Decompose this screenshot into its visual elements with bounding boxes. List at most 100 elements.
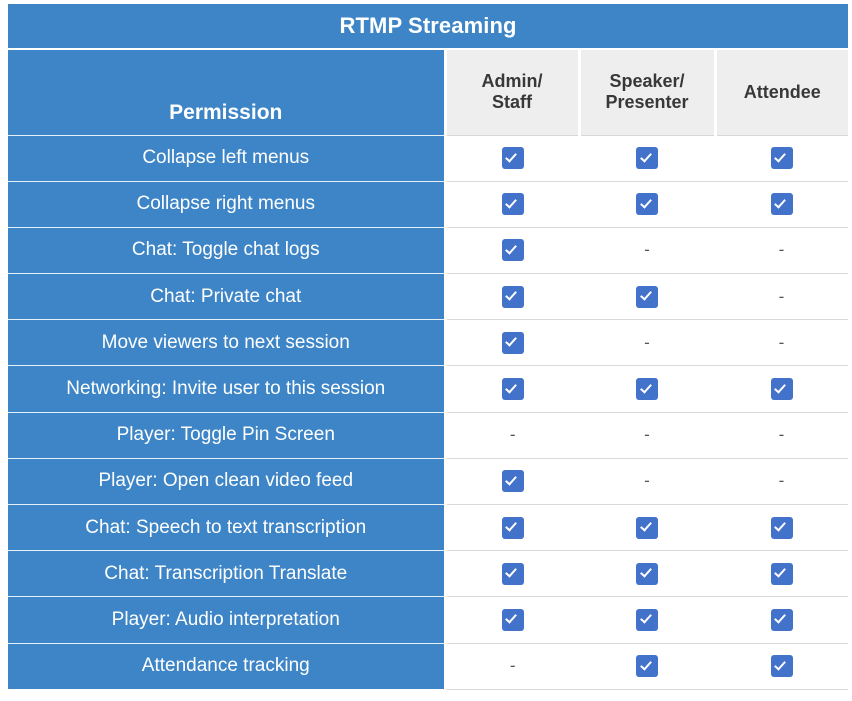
checkmark-icon[interactable] xyxy=(770,193,793,216)
checkmark-icon[interactable] xyxy=(501,285,524,308)
table-row: Move viewers to next session - - xyxy=(8,319,849,366)
permission-cell[interactable] xyxy=(579,273,715,320)
permission-cell[interactable] xyxy=(715,642,849,690)
permission-cell[interactable] xyxy=(443,134,579,182)
table-row: Chat: Private chat - xyxy=(8,273,849,320)
checkmark-icon[interactable] xyxy=(770,608,793,631)
permission-cell[interactable] xyxy=(715,365,849,413)
permission-cell[interactable] xyxy=(579,365,715,413)
permission-cell[interactable] xyxy=(443,550,579,597)
permission-cell[interactable] xyxy=(715,596,849,644)
permission-cell[interactable]: - xyxy=(715,273,849,320)
permission-label: Player: Open clean video feed xyxy=(8,457,445,505)
column-header-attendee: Attendee xyxy=(713,48,849,135)
column-header-admin-staff: Admin/ Staff xyxy=(443,48,579,135)
not-available-dash: - xyxy=(509,656,516,676)
checkmark-icon[interactable] xyxy=(770,655,793,678)
column-header-speaker-presenter: Speaker/ Presenter xyxy=(577,48,715,135)
column-header-speaker-presenter-line-2: Presenter xyxy=(605,92,689,113)
table-header-row: Permission Admin/ Staff Speaker/ Present… xyxy=(8,48,849,135)
checkmark-icon[interactable] xyxy=(770,516,793,539)
permission-label: Attendance tracking xyxy=(8,642,445,690)
checkmark-icon[interactable] xyxy=(501,470,524,493)
permission-cell[interactable]: - xyxy=(579,226,715,274)
permission-cell[interactable] xyxy=(443,365,579,413)
checkmark-icon[interactable] xyxy=(501,608,524,631)
permission-label: Collapse left menus xyxy=(8,134,445,182)
checkmark-icon[interactable] xyxy=(770,562,793,585)
permission-cell[interactable] xyxy=(443,457,579,505)
checkmark-icon[interactable] xyxy=(501,331,524,354)
permission-cell[interactable] xyxy=(443,273,579,320)
column-header-admin-staff-line-2: Staff xyxy=(492,92,532,113)
permission-label: Chat: Toggle chat logs xyxy=(8,226,445,274)
permission-cell[interactable]: - xyxy=(715,226,849,274)
not-available-dash: - xyxy=(778,471,785,491)
checkmark-icon[interactable] xyxy=(501,516,524,539)
not-available-dash: - xyxy=(778,286,785,306)
not-available-dash: - xyxy=(778,425,785,445)
checkmark-icon[interactable] xyxy=(636,655,658,678)
permission-cell[interactable] xyxy=(715,550,849,597)
table-row: Player: Toggle Pin Screen - - - xyxy=(8,411,849,459)
permission-cell[interactable]: - xyxy=(715,411,849,459)
permission-cell[interactable] xyxy=(443,180,579,228)
not-available-dash: - xyxy=(644,332,650,352)
not-available-dash: - xyxy=(644,425,650,445)
permission-cell[interactable]: - xyxy=(443,642,579,690)
permission-cell[interactable] xyxy=(579,180,715,228)
permission-cell[interactable] xyxy=(715,180,849,228)
checkmark-icon[interactable] xyxy=(501,193,524,216)
checkmark-icon[interactable] xyxy=(636,147,658,170)
not-available-dash: - xyxy=(644,471,650,491)
column-header-permission: Permission xyxy=(8,48,445,135)
permission-label: Networking: Invite user to this session xyxy=(8,365,445,413)
permission-cell[interactable]: - xyxy=(715,319,849,366)
permission-cell[interactable]: - xyxy=(579,319,715,366)
permission-label: Collapse right menus xyxy=(8,180,445,228)
permission-cell[interactable]: - xyxy=(443,411,579,459)
checkmark-icon[interactable] xyxy=(636,608,658,631)
table-row: Player: Open clean video feed - - xyxy=(8,457,849,505)
not-available-dash: - xyxy=(778,240,785,260)
table-row: Chat: Transcription Translate xyxy=(8,550,849,597)
checkmark-icon[interactable] xyxy=(636,285,658,308)
checkmark-icon[interactable] xyxy=(501,147,524,170)
checkmark-icon[interactable] xyxy=(501,239,524,262)
checkmark-icon[interactable] xyxy=(501,562,524,585)
column-header-admin-staff-line-1: Admin/ xyxy=(481,71,543,92)
permission-cell[interactable] xyxy=(443,503,579,551)
table-head: RTMP Streaming Permission Admin/ Staff S… xyxy=(8,4,849,135)
permission-cell[interactable]: - xyxy=(715,457,849,505)
permission-label: Move viewers to next session xyxy=(8,319,445,366)
not-available-dash: - xyxy=(778,332,785,352)
permission-cell[interactable]: - xyxy=(579,457,715,505)
table-row: Attendance tracking - xyxy=(8,642,849,690)
permission-cell[interactable] xyxy=(579,596,715,644)
checkmark-icon[interactable] xyxy=(636,378,658,401)
not-available-dash: - xyxy=(644,240,650,260)
permission-cell[interactable] xyxy=(443,596,579,644)
permission-cell[interactable]: - xyxy=(579,411,715,459)
table-body: Collapse left menus Collapse right menus C… xyxy=(8,134,849,690)
checkmark-icon[interactable] xyxy=(636,516,658,539)
checkmark-icon[interactable] xyxy=(501,378,524,401)
permission-cell[interactable] xyxy=(579,503,715,551)
table-row: Chat: Toggle chat logs - - xyxy=(8,226,849,274)
checkmark-icon[interactable] xyxy=(770,147,793,170)
column-header-speaker-presenter-line-1: Speaker/ xyxy=(609,71,685,92)
checkmark-icon[interactable] xyxy=(770,378,793,401)
checkmark-icon[interactable] xyxy=(636,562,658,585)
permission-cell[interactable] xyxy=(715,503,849,551)
permission-cell[interactable] xyxy=(579,550,715,597)
permission-label: Chat: Speech to text transcription xyxy=(8,503,445,551)
checkmark-icon[interactable] xyxy=(636,193,658,216)
permission-cell[interactable] xyxy=(443,319,579,366)
not-available-dash: - xyxy=(509,425,516,445)
permission-cell[interactable] xyxy=(579,134,715,182)
page-title: RTMP Streaming xyxy=(8,4,849,49)
permission-cell[interactable] xyxy=(579,642,715,690)
permission-cell[interactable] xyxy=(443,226,579,274)
permission-cell[interactable] xyxy=(715,134,849,182)
permission-label: Player: Toggle Pin Screen xyxy=(8,411,445,459)
